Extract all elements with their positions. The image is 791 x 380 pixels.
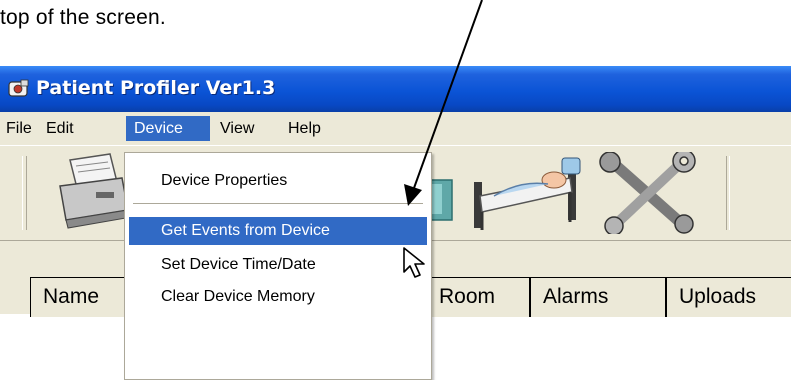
menu-separator [133,203,423,205]
menu-file[interactable]: File [0,116,38,141]
tools-icon[interactable] [598,152,698,234]
menu-item-get-events[interactable]: Get Events from Device [129,217,427,245]
toolbar-grip[interactable] [22,156,27,230]
menu-view[interactable]: View [214,116,260,141]
window-title: Patient Profiler Ver1.3 [36,77,276,99]
printer-icon[interactable] [52,152,132,230]
column-header-uploads[interactable]: Uploads [666,277,791,317]
bed-icon[interactable] [470,156,590,236]
menu-help[interactable]: Help [282,116,327,141]
device-menu-dropdown: Device Properties Get Events from Device… [124,152,432,380]
title-bar[interactable]: Patient Profiler Ver1.3 [0,66,791,112]
column-header-alarms[interactable]: Alarms [530,277,666,317]
menu-bar: File Edit Device View Help [0,112,791,145]
menu-item-set-time-date[interactable]: Set Device Time/Date [129,251,427,279]
column-header-room[interactable]: Room [426,277,530,317]
monitor-icon[interactable] [430,176,460,226]
instruction-caption: top of the screen. [0,6,166,29]
toolbar-separator [726,156,730,230]
menu-item-clear-memory[interactable]: Clear Device Memory [129,283,427,311]
mouse-pointer-icon [403,247,425,278]
menu-device[interactable]: Device [126,116,210,141]
menu-edit[interactable]: Edit [40,116,80,141]
app-icon [8,79,29,97]
menu-item-device-properties[interactable]: Device Properties [129,167,427,195]
column-header-name[interactable]: Name [30,277,130,317]
